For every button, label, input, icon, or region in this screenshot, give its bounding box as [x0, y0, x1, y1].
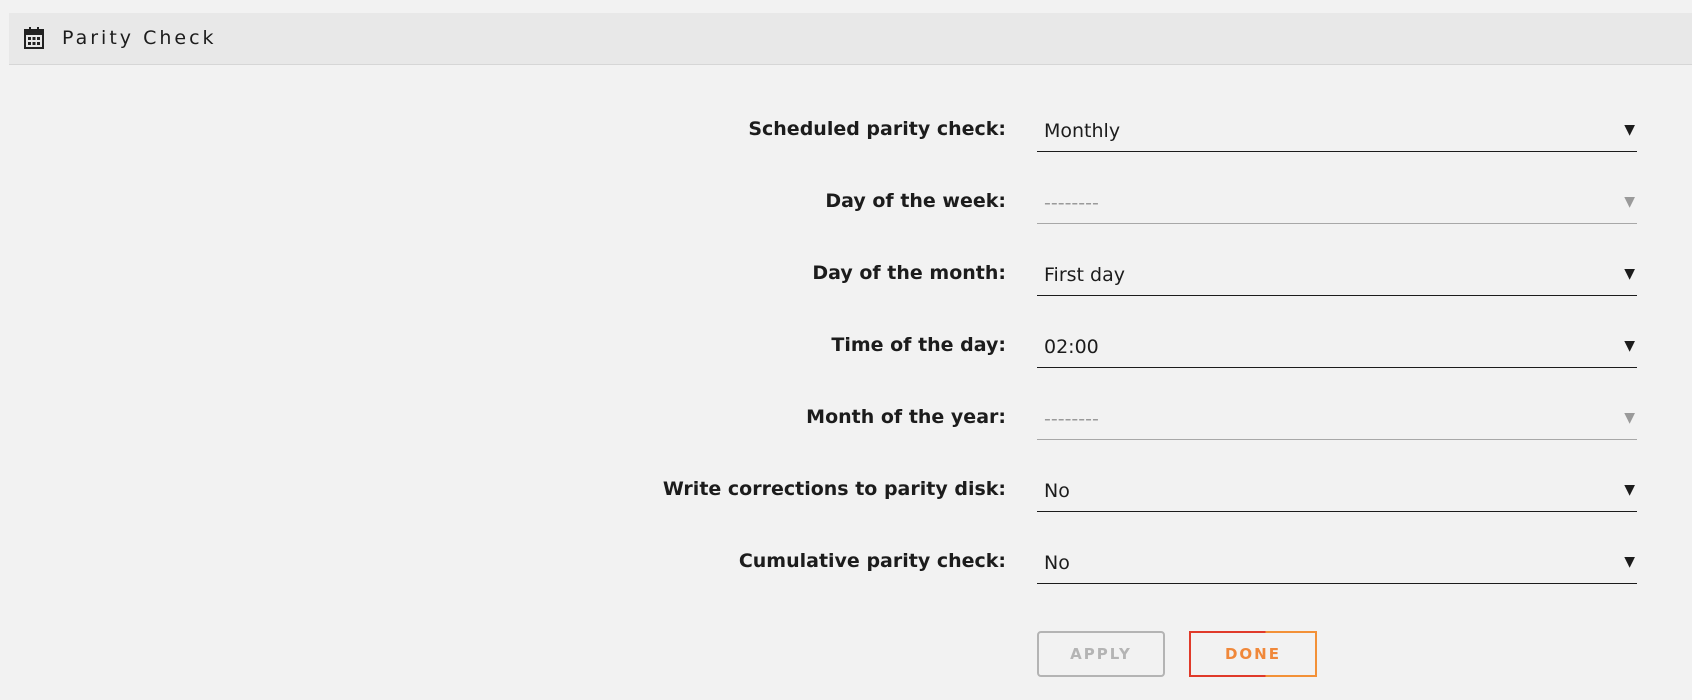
form-row-cumulative-parity-check: Cumulative parity check: No ▼	[0, 532, 1692, 604]
caret-down-icon: ▼	[1624, 338, 1635, 354]
caret-down-icon: ▼	[1624, 122, 1635, 138]
field-label: Month of the year:	[806, 406, 1006, 428]
caret-down-icon: ▼	[1624, 410, 1635, 426]
month-of-year-select: -------- ▼	[1037, 396, 1637, 440]
select-value: No	[1044, 552, 1070, 574]
caret-down-icon: ▼	[1624, 194, 1635, 210]
write-corrections-select[interactable]: No ▼	[1037, 468, 1637, 512]
section-header: Parity Check	[9, 13, 1692, 65]
day-of-week-select: -------- ▼	[1037, 180, 1637, 224]
select-value: 02:00	[1044, 336, 1099, 358]
caret-down-icon: ▼	[1624, 554, 1635, 570]
field-label: Write corrections to parity disk:	[662, 478, 1006, 500]
field-label: Time of the day:	[831, 334, 1006, 356]
caret-down-icon: ▼	[1624, 266, 1635, 282]
select-value: --------	[1044, 408, 1099, 430]
caret-down-icon: ▼	[1624, 482, 1635, 498]
form-row-scheduled-parity-check: Scheduled parity check: Monthly ▼	[0, 100, 1692, 172]
form-row-day-of-week: Day of the week: -------- ▼	[0, 172, 1692, 244]
select-value: Monthly	[1044, 120, 1121, 142]
field-label: Day of the week:	[825, 190, 1006, 212]
calendar-icon	[24, 27, 44, 49]
cumulative-parity-check-select[interactable]: No ▼	[1037, 540, 1637, 584]
page-title: Parity Check	[62, 27, 217, 49]
field-label: Day of the month:	[812, 262, 1006, 284]
time-of-day-select[interactable]: 02:00 ▼	[1037, 324, 1637, 368]
form-row-month-of-year: Month of the year: -------- ▼	[0, 388, 1692, 460]
scheduled-parity-check-select[interactable]: Monthly ▼	[1037, 108, 1637, 152]
field-label: Cumulative parity check:	[738, 550, 1006, 572]
form-row-day-of-month: Day of the month: First day ▼	[0, 244, 1692, 316]
form-row-time-of-day: Time of the day: 02:00 ▼	[0, 316, 1692, 388]
form-row-write-corrections: Write corrections to parity disk: No ▼	[0, 460, 1692, 532]
done-button[interactable]: DONE	[1189, 631, 1317, 677]
select-value: --------	[1044, 192, 1099, 214]
apply-button[interactable]: APPLY	[1037, 631, 1165, 677]
field-label: Scheduled parity check:	[748, 118, 1006, 140]
select-value: No	[1044, 480, 1070, 502]
select-value: First day	[1044, 264, 1125, 286]
day-of-month-select[interactable]: First day ▼	[1037, 252, 1637, 296]
